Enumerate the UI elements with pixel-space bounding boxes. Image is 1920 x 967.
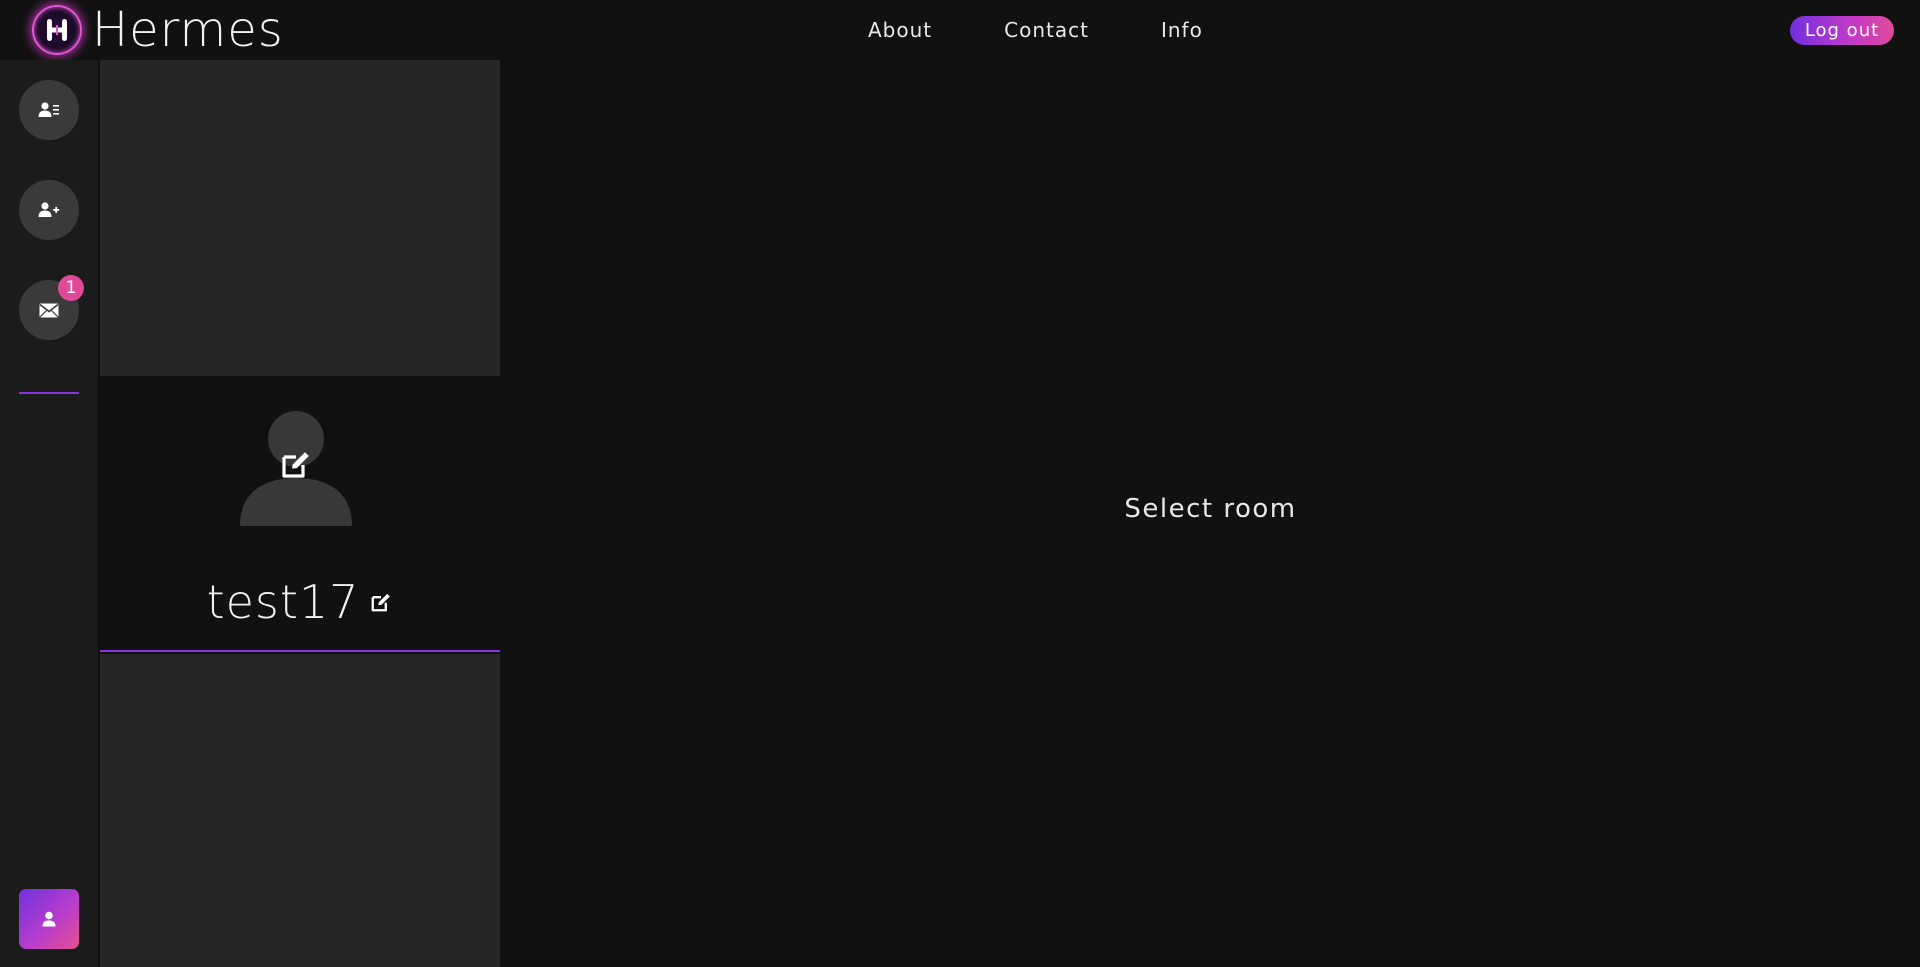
icon-rail: 1 [0, 60, 99, 967]
avatar-edit-icon[interactable] [280, 448, 312, 480]
nav-link-about[interactable]: About [868, 18, 932, 42]
username-row: test17 [100, 572, 500, 632]
nav-link-contact[interactable]: Contact [1004, 18, 1089, 42]
rail-profile-button[interactable] [19, 889, 79, 949]
user-icon [42, 911, 56, 927]
avatar[interactable] [238, 410, 354, 526]
hermes-logo-icon [32, 5, 82, 55]
panel-bottom-area [100, 654, 500, 967]
rail-messages-button[interactable]: 1 [19, 275, 84, 340]
panel-top-area [100, 60, 500, 376]
user-plus-icon [38, 202, 60, 217]
unread-badge: 1 [58, 275, 84, 301]
rail-divider [19, 392, 79, 394]
envelope-icon [39, 303, 59, 317]
brand-name: Hermes [92, 2, 284, 58]
rail-add-contact-button[interactable] [19, 180, 79, 240]
profile-card: test17 [100, 376, 500, 652]
rail-contacts-list-button[interactable] [19, 80, 79, 140]
edit-icon [372, 593, 391, 612]
chat-area: Select room [501, 60, 1920, 967]
username: test17 [206, 575, 360, 629]
nav-link-info[interactable]: Info [1161, 18, 1203, 42]
select-room-message: Select room [1124, 494, 1297, 524]
user-list-icon [38, 102, 59, 117]
brand[interactable]: Hermes [32, 5, 284, 55]
top-nav: About Contact Info [868, 18, 1275, 42]
top-bar: Hermes About Contact Info Log out [0, 0, 1920, 60]
profile-panel: test17 [100, 60, 500, 967]
logout-button[interactable]: Log out [1790, 16, 1894, 45]
username-edit-button[interactable] [369, 590, 393, 614]
